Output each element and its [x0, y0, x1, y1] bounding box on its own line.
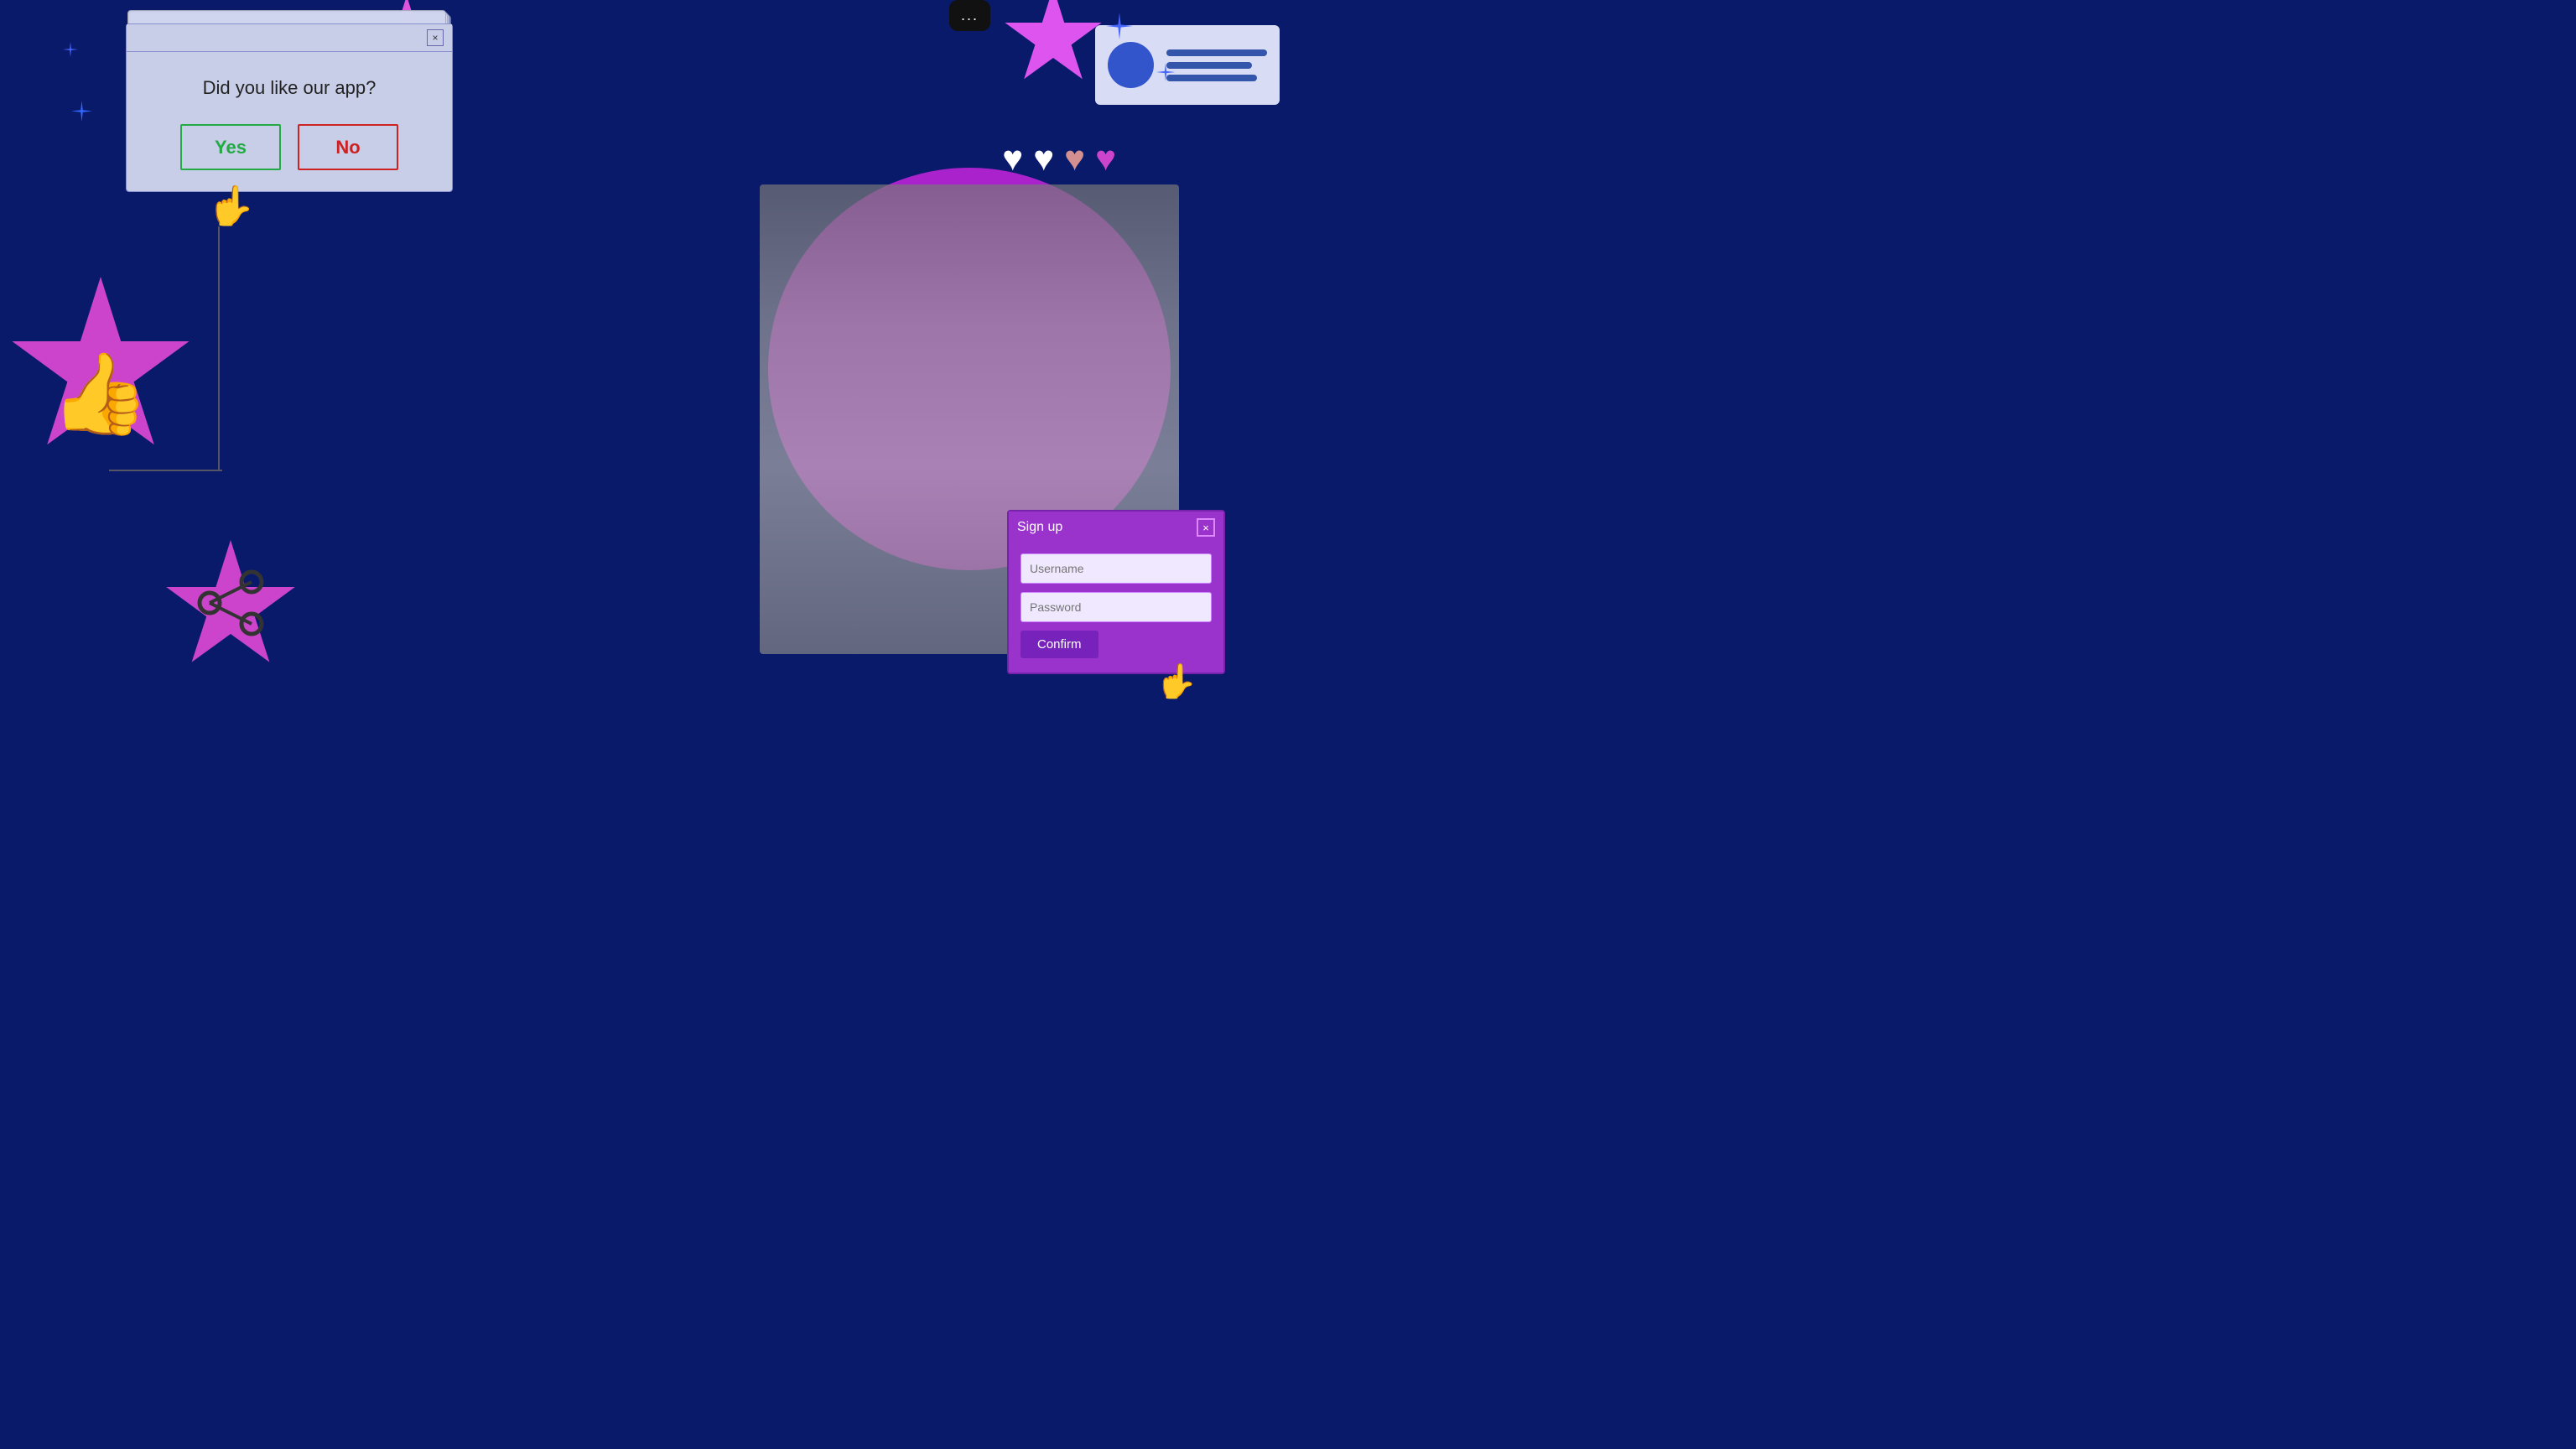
confirm-button[interactable]: Confirm — [1021, 631, 1098, 658]
horizontal-line — [109, 470, 222, 471]
dialog-body: Did you like our app? Yes No — [127, 52, 452, 191]
heart-3: ♥ — [1064, 138, 1085, 179]
vertical-line — [218, 226, 220, 470]
heart-1: ♥ — [1002, 138, 1023, 179]
main-dialog: × Did you like our app? Yes No — [126, 23, 453, 192]
signup-titlebar: Sign up × — [1009, 512, 1223, 543]
hearts-container: ♥ ♥ ♥ ♥ — [1002, 138, 1116, 179]
dialog-close-button[interactable]: × — [427, 29, 444, 46]
dialog-question: Did you like our app? — [152, 77, 427, 99]
dialog-buttons: Yes No — [152, 124, 427, 170]
signup-title: Sign up — [1017, 520, 1062, 535]
card-lines — [1166, 49, 1267, 81]
cursor-hand-confirm: 👆 — [1156, 662, 1197, 701]
thumbs-up-icon: 👍 — [50, 348, 149, 441]
no-button[interactable]: No — [298, 124, 398, 170]
card-line-3 — [1166, 75, 1257, 81]
message-dots: ... — [961, 7, 979, 23]
heart-4: ♥ — [1095, 138, 1116, 179]
card-line-2 — [1166, 62, 1252, 69]
heart-2: ♥ — [1033, 138, 1054, 179]
diamond-star-small — [63, 42, 78, 57]
signup-body: Confirm — [1009, 543, 1223, 673]
signup-dialog: Sign up × Confirm — [1007, 510, 1225, 674]
diamond-star-left — [71, 101, 92, 122]
share-icon — [189, 561, 273, 645]
username-input[interactable] — [1021, 553, 1212, 584]
password-input[interactable] — [1021, 592, 1212, 622]
yes-button[interactable]: Yes — [180, 124, 281, 170]
card-line-1 — [1166, 49, 1267, 56]
profile-card-decoration — [1095, 25, 1280, 105]
star-pink-topright — [1003, 0, 1104, 88]
dialog-titlebar: × — [127, 24, 452, 52]
signup-close-button[interactable]: × — [1197, 518, 1215, 537]
cursor-hand-yes: 👆 — [207, 183, 255, 229]
message-bubble: ... — [949, 0, 990, 31]
card-avatar — [1108, 42, 1154, 88]
